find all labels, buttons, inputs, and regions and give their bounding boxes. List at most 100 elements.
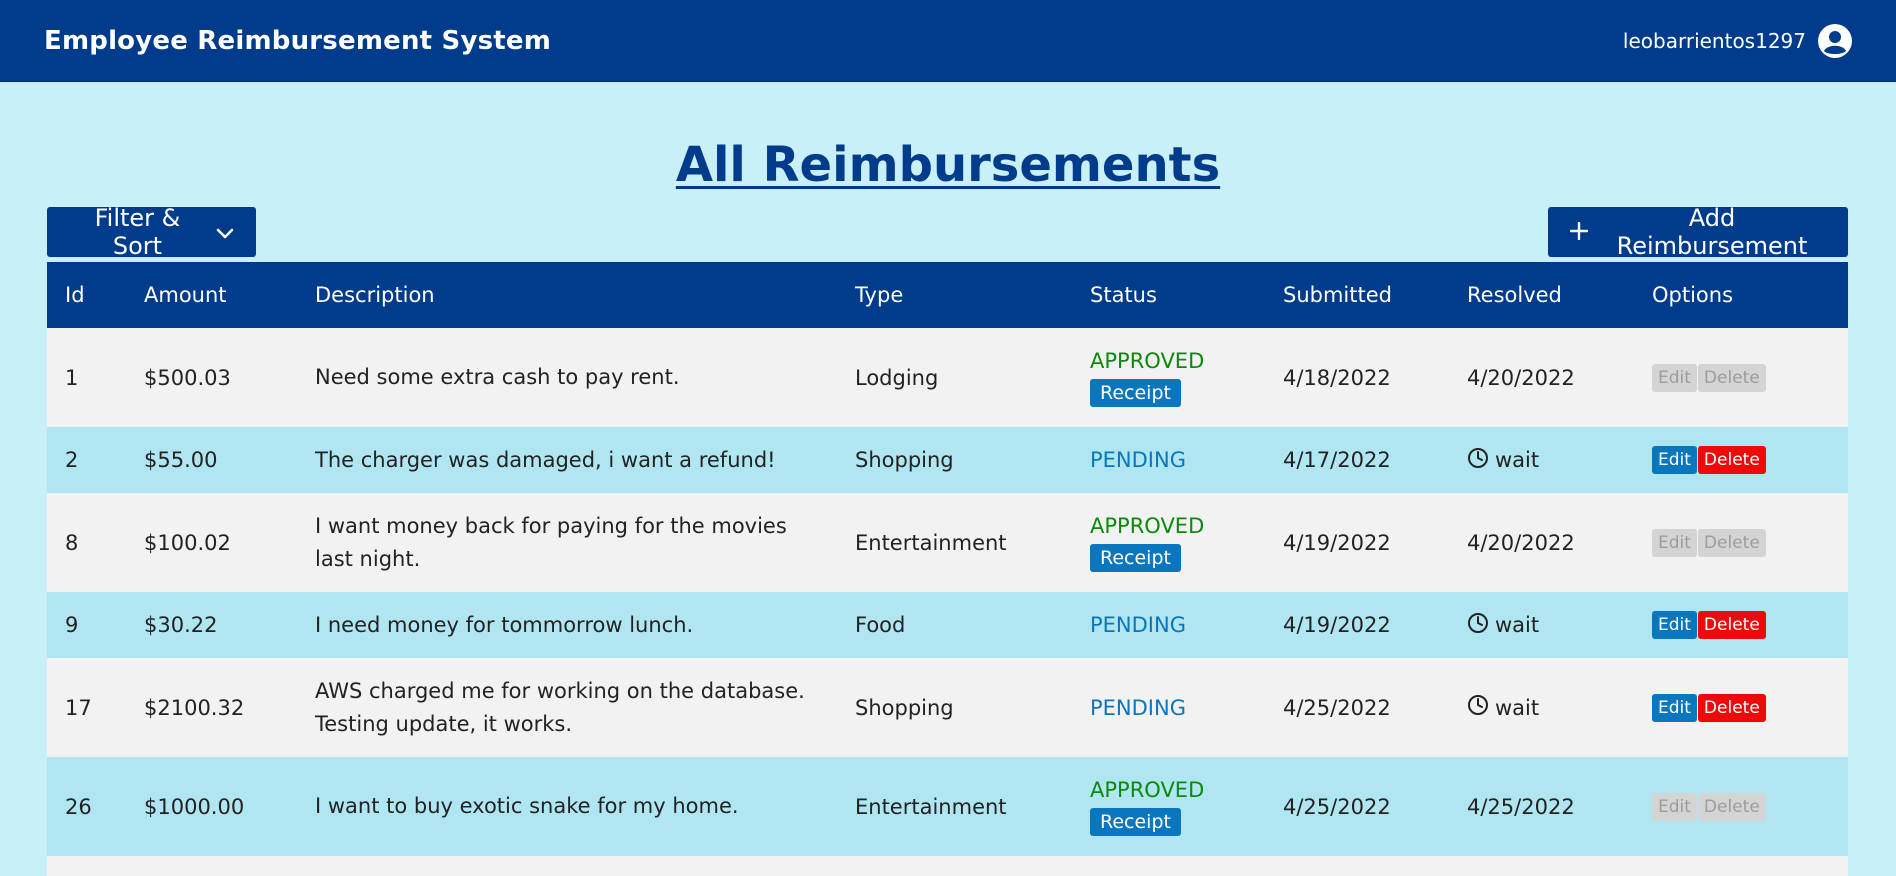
- cell-options: Edit Delete: [1634, 328, 1848, 427]
- column-header-id[interactable]: Id: [47, 262, 126, 328]
- receipt-button[interactable]: Receipt: [1090, 807, 1181, 836]
- receipt-button[interactable]: Receipt: [1090, 543, 1181, 572]
- cell-options: Edit Delete: [1634, 658, 1848, 757]
- edit-button[interactable]: Edit: [1652, 446, 1697, 474]
- resolved-wait: wait: [1467, 447, 1539, 474]
- edit-button-disabled: Edit: [1652, 528, 1697, 557]
- edit-button[interactable]: Edit: [1652, 693, 1697, 722]
- edit-button-disabled: Edit: [1652, 792, 1697, 821]
- resolved-wait: wait: [1467, 612, 1539, 639]
- cell-status: PENDING: [1072, 658, 1265, 757]
- wait-label: wait: [1495, 613, 1540, 637]
- chevron-down-icon: [216, 218, 234, 246]
- column-header-options: Options: [1652, 283, 1734, 307]
- app-title: Employee Reimbursement System: [44, 25, 552, 56]
- toolbar: Filter & Sort Add Reimbursement: [47, 204, 1848, 260]
- cell-id: 9: [65, 613, 79, 637]
- cell-type: Entertainment: [855, 794, 1007, 819]
- cell-id: 8: [65, 530, 79, 555]
- status-approved: APPROVED: [1090, 777, 1205, 802]
- cell-amount: $55.00: [144, 448, 218, 472]
- cell-options: Edit Delete: [1634, 427, 1848, 493]
- username: leobarrientos1297: [1622, 28, 1806, 53]
- receipt-button[interactable]: Receipt: [1090, 378, 1181, 407]
- page: Employee Reimbursement System leobarrien…: [0, 0, 1896, 876]
- status-pending: PENDING: [1090, 695, 1186, 720]
- filter-sort-label: Filter & Sort: [94, 204, 181, 260]
- cell-submitted: 4/25/2022: [1283, 695, 1391, 720]
- status-pending: PENDING: [1090, 448, 1186, 472]
- cell-type: Entertainment: [855, 530, 1007, 555]
- delete-button[interactable]: Delete: [1697, 693, 1766, 722]
- user-avatar-icon[interactable]: [1818, 23, 1852, 58]
- cell-submitted: 4/25/2022: [1283, 794, 1391, 819]
- user-menu[interactable]: leobarrientos1297: [1622, 23, 1852, 58]
- top-navbar: Employee Reimbursement System leobarrien…: [0, 0, 1896, 82]
- filter-sort-button[interactable]: Filter & Sort: [47, 204, 256, 260]
- cell-status: APPROVED Receipt: [1072, 757, 1265, 856]
- page-title-container: All Reimbursements: [0, 137, 1896, 197]
- column-header-amount[interactable]: Amount: [126, 262, 297, 328]
- table-row: 1 $500.03 Need some extra cash to pay re…: [47, 328, 1848, 427]
- status-approved: APPROVED: [1090, 348, 1205, 373]
- edit-button[interactable]: Edit: [1652, 611, 1697, 639]
- add-reimbursement-label: Add Reimbursement: [1616, 204, 1808, 260]
- cell-submitted: 4/19/2022: [1283, 613, 1391, 637]
- cell-resolved: 4/20/2022: [1467, 530, 1575, 555]
- table-row: 26 $1000.00 I want to buy exotic snake f…: [47, 757, 1848, 856]
- table-header-row: Id Amount Description Type Status Submit…: [47, 262, 1848, 328]
- cell-id: 26: [65, 794, 92, 819]
- cell-type: Shopping: [855, 695, 954, 720]
- cell-status: APPROVED Receipt: [1072, 493, 1265, 592]
- cell-resolved: 4/25/2022: [1467, 794, 1575, 819]
- cell-resolved: wait: [1449, 658, 1634, 757]
- delete-button[interactable]: Delete: [1697, 611, 1766, 639]
- cell-amount: $100.02: [144, 530, 231, 555]
- delete-button[interactable]: Delete: [1697, 446, 1766, 474]
- column-header-submitted[interactable]: Submitted: [1265, 262, 1449, 328]
- table-row: 2 $55.00 The charger was damaged, i want…: [47, 427, 1848, 493]
- edit-button-disabled: Edit: [1652, 363, 1697, 392]
- cell-type: Food: [855, 613, 906, 637]
- cell-options: Edit Delete: [1634, 757, 1848, 856]
- cell-id: 17: [65, 695, 92, 720]
- table-row: 9 $30.22 I need money for tommorrow lunc…: [47, 592, 1848, 658]
- plus-icon: [1569, 218, 1589, 246]
- cell-status: PENDING: [1072, 427, 1265, 493]
- column-header-type[interactable]: Type: [837, 262, 1072, 328]
- cell-description: I need money for tommorrow lunch.: [315, 612, 694, 637]
- cell-submitted: 4/18/2022: [1283, 365, 1391, 390]
- add-reimbursement-button[interactable]: Add Reimbursement: [1548, 204, 1848, 260]
- cell-options: Edit Delete: [1634, 592, 1848, 658]
- cell-submitted: 4/19/2022: [1283, 530, 1391, 555]
- delete-button-disabled: Delete: [1697, 792, 1766, 821]
- column-header-resolved[interactable]: Resolved: [1449, 262, 1634, 328]
- cell-options: Edit Delete: [1634, 493, 1848, 592]
- cell-description: Need some extra cash to pay rent.: [315, 365, 680, 389]
- column-header-status[interactable]: Status: [1072, 262, 1265, 328]
- delete-button-disabled: Delete: [1697, 528, 1766, 557]
- cell-amount: $30.22: [144, 613, 218, 637]
- cell-status: PENDING: [1072, 592, 1265, 658]
- column-header-description[interactable]: Description: [297, 262, 837, 328]
- cell-description: AWS charged me for working on the databa…: [315, 678, 805, 736]
- cell-amount: $1000.00: [144, 794, 245, 819]
- cell-type: Lodging: [855, 365, 939, 390]
- page-title: All Reimbursements: [675, 137, 1221, 193]
- cell-description: I want to buy exotic snake for my home.: [315, 794, 739, 818]
- cell-resolved: wait: [1449, 427, 1634, 493]
- cell-description: I want money back for paying for the mov…: [315, 513, 787, 571]
- status-approved: APPROVED: [1090, 513, 1205, 538]
- reimbursements-table: Id Amount Description Type Status Submit…: [47, 262, 1848, 876]
- wait-label: wait: [1495, 448, 1540, 472]
- clock-icon: [1467, 447, 1489, 474]
- cell-id: 1: [65, 365, 79, 390]
- cell-amount: $500.03: [144, 365, 231, 390]
- cell-id: 2: [65, 448, 79, 472]
- clock-icon: [1467, 612, 1489, 639]
- cell-description: The charger was damaged, i want a refund…: [315, 447, 776, 472]
- cell-type: Shopping: [855, 448, 954, 472]
- status-pending: PENDING: [1090, 613, 1186, 637]
- table-row-partial-cell: [47, 856, 1848, 876]
- clock-icon: [1467, 694, 1489, 721]
